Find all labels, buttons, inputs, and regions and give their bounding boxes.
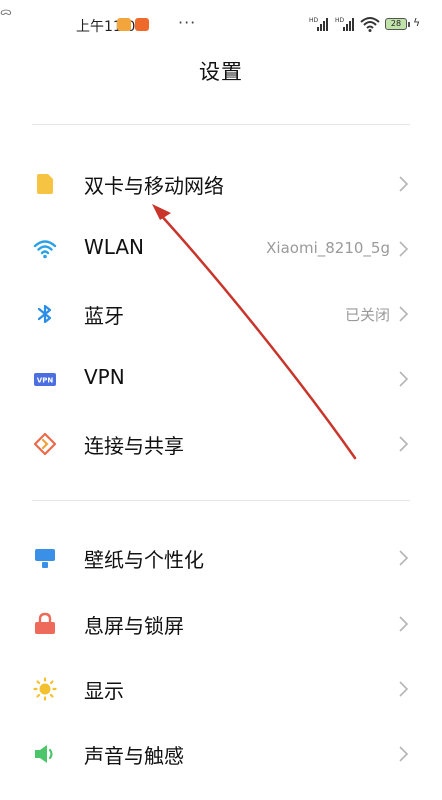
settings-item-label: 双卡与移动网络 [84, 174, 224, 198]
settings-item-bluetooth[interactable]: 蓝牙 已关闭 [0, 284, 442, 344]
wallpaper-icon [35, 549, 55, 568]
chevron-right-icon [399, 241, 409, 257]
settings-item-label: 连接与共享 [84, 434, 184, 458]
settings-item-value: Xiaomi_8210_5g [266, 239, 390, 257]
settings-item-display[interactable]: 显示 [0, 659, 442, 719]
settings-item-label: 声音与触感 [84, 744, 184, 768]
battery-icon: 28 [385, 18, 407, 30]
battery-tip [408, 22, 410, 27]
svg-text:HD: HD [309, 17, 319, 24]
settings-item-label: 蓝牙 [84, 304, 124, 328]
settings-item-label: VPN [84, 365, 125, 389]
notification-app-icon [117, 18, 131, 31]
signal-icon-2: HD [335, 17, 354, 31]
settings-item-label: 显示 [84, 679, 124, 703]
settings-item-connection[interactable]: 连接与共享 [0, 414, 442, 474]
lock-icon [35, 612, 55, 634]
svg-text:HD: HD [335, 17, 345, 24]
chevron-right-icon [399, 550, 409, 566]
settings-item-label: 息屏与锁屏 [84, 614, 184, 638]
wifi-icon [33, 240, 57, 259]
settings-item-label: 壁纸与个性化 [84, 548, 204, 572]
settings-item-value: 已关闭 [344, 306, 390, 324]
notification-mi-icon [135, 18, 149, 31]
chevron-right-icon [399, 616, 409, 632]
brightness-icon [33, 677, 57, 701]
settings-item-sound[interactable]: 声音与触感 [0, 724, 442, 784]
divider [32, 124, 410, 125]
chevron-right-icon [399, 681, 409, 697]
chevron-right-icon [399, 176, 409, 192]
chevron-right-icon [399, 371, 409, 387]
chevron-right-icon [399, 306, 409, 322]
signal-icon: HD [309, 17, 328, 31]
settings-item-lockscreen[interactable]: 息屏与锁屏 [0, 594, 442, 654]
wifi-status-icon [360, 17, 380, 32]
sim-card-icon [37, 174, 53, 194]
connection-share-icon [33, 432, 57, 456]
charging-icon: ϟ [413, 16, 421, 29]
settings-item-wallpaper[interactable]: 壁纸与个性化 [0, 528, 442, 588]
bluetooth-icon [37, 304, 52, 324]
chevron-right-icon [399, 746, 409, 762]
svg-text:VPN: VPN [37, 377, 54, 385]
status-bar: 上午11:04 ᯅ ··· HD HD 28 ϟ [0, 0, 442, 46]
settings-item-label: WLAN [84, 235, 145, 259]
settings-item-sim[interactable]: 双卡与移动网络 [0, 154, 442, 214]
sound-icon [35, 745, 53, 763]
chevron-right-icon [399, 436, 409, 452]
notification-more-icon: ··· [178, 13, 197, 32]
notification-small-icon: ᯅ [0, 5, 12, 18]
settings-item-wlan[interactable]: WLAN Xiaomi_8210_5g [0, 219, 442, 279]
settings-item-vpn[interactable]: VPN VPN [0, 349, 442, 409]
vpn-icon: VPN [34, 373, 56, 386]
page-title: 设置 [199, 60, 243, 84]
divider [32, 500, 410, 501]
